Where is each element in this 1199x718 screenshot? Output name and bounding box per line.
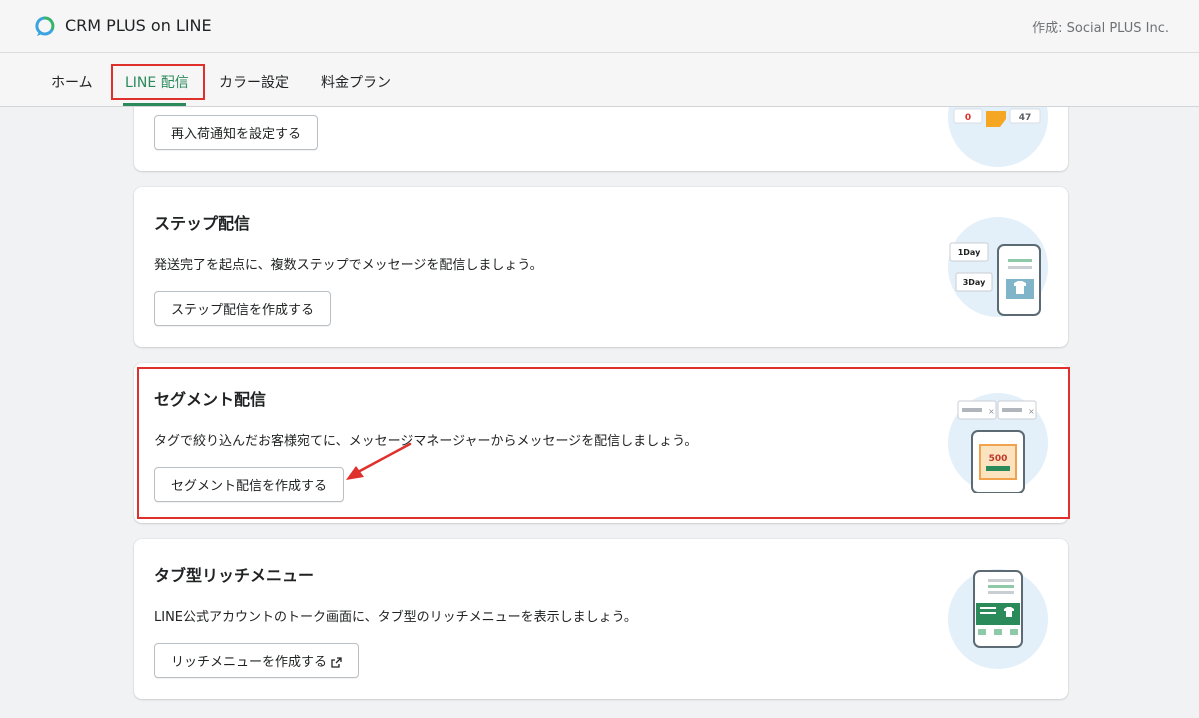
main-content: 再入荷通知を設定する 0 47 ステップ配信 発送完了を起点に、複数ステップでメ… [0, 107, 1199, 718]
create-segment-delivery-button[interactable]: セグメント配信を作成する [154, 467, 345, 502]
step-delivery-description: 発送完了を起点に、複数ステップでメッセージを配信しましょう。 [154, 258, 543, 273]
restock-illustration: 0 47 [948, 107, 1048, 167]
segment-delivery-description: タグで絞り込んだお客様宛てに、メッセージマネージャーからメッセージを配信しましょ… [154, 434, 698, 449]
tab-highlight-annotation [111, 64, 205, 100]
crm-plus-logo-icon [35, 16, 55, 36]
external-link-icon [331, 657, 342, 668]
create-rich-menu-button[interactable]: リッチメニューを作成する [154, 643, 360, 678]
segment-delivery-title: セグメント配信 [154, 390, 267, 409]
step-illust-1day: 1Day [958, 248, 981, 257]
step-illust-3day: 3Day [963, 278, 986, 287]
rich-menu-illustration [948, 569, 1048, 669]
segment-delivery-illustration: × × 500 [948, 393, 1048, 493]
step-delivery-illustration: 1Day 3Day [948, 217, 1048, 317]
app-header: CRM PLUS on LINE 作成: Social PLUS Inc. [0, 0, 1199, 53]
rich-menu-card: タブ型リッチメニュー LINE公式アカウントのトーク画面に、タブ型のリッチメニュ… [134, 539, 1068, 699]
svg-text:×: × [1028, 407, 1035, 416]
author-credit: 作成: Social PLUS Inc. [1032, 21, 1169, 36]
tab-home[interactable]: ホーム [51, 72, 93, 92]
create-step-delivery-button[interactable]: ステップ配信を作成する [154, 291, 332, 326]
tab-pricing-plan[interactable]: 料金プラン [321, 72, 391, 92]
segment-illust-500: 500 [989, 454, 1008, 464]
create-rich-menu-label: リッチメニューを作成する [171, 655, 328, 670]
rich-menu-description: LINE公式アカウントのトーク画面に、タブ型のリッチメニューを表示しましょう。 [154, 610, 637, 625]
rich-menu-title: タブ型リッチメニュー [154, 566, 315, 585]
restock-notification-card: 再入荷通知を設定する 0 47 [134, 107, 1068, 171]
active-tab-indicator [123, 103, 186, 106]
svg-text:×: × [988, 407, 995, 416]
step-delivery-title: ステップ配信 [154, 214, 251, 233]
segment-delivery-card: セグメント配信 タグで絞り込んだお客様宛てに、メッセージマネージャーからメッセー… [134, 363, 1068, 523]
restock-settings-button[interactable]: 再入荷通知を設定する [154, 115, 319, 150]
step-delivery-card: ステップ配信 発送完了を起点に、複数ステップでメッセージを配信しましょう。 ステ… [134, 187, 1068, 347]
tab-color-settings[interactable]: カラー設定 [219, 72, 289, 92]
restock-illust-text-0: 0 [965, 113, 971, 123]
restock-illust-text-1: 47 [1019, 113, 1032, 123]
app-title: CRM PLUS on LINE [65, 16, 212, 35]
